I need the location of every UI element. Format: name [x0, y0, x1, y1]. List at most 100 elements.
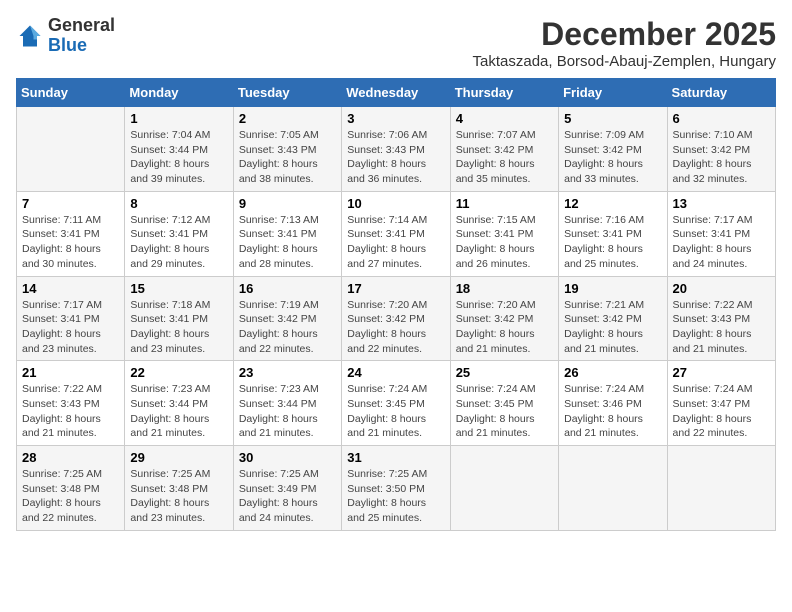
day-number: 30: [239, 450, 336, 465]
day-sun-info: Sunrise: 7:19 AMSunset: 3:42 PMDaylight:…: [239, 298, 336, 357]
day-number: 14: [22, 281, 119, 296]
location-subtitle: Taktaszada, Borsod-Abauj-Zemplen, Hungar…: [473, 53, 777, 70]
day-number: 28: [22, 450, 119, 465]
day-sun-info: Sunrise: 7:12 AMSunset: 3:41 PMDaylight:…: [130, 213, 227, 272]
day-sun-info: Sunrise: 7:21 AMSunset: 3:42 PMDaylight:…: [564, 298, 661, 357]
column-header-monday: Monday: [125, 79, 233, 107]
day-number: 3: [347, 111, 444, 126]
day-number: 11: [456, 196, 553, 211]
calendar-week-row: 28 Sunrise: 7:25 AMSunset: 3:48 PMDayligh…: [17, 446, 776, 531]
calendar-cell: 6 Sunrise: 7:10 AMSunset: 3:42 PMDaylight…: [667, 107, 775, 192]
day-sun-info: Sunrise: 7:24 AMSunset: 3:47 PMDaylight:…: [673, 382, 770, 441]
day-number: 27: [673, 365, 770, 380]
day-number: 19: [564, 281, 661, 296]
calendar-cell: 27 Sunrise: 7:24 AMSunset: 3:47 PMDayligh…: [667, 361, 775, 446]
day-number: 24: [347, 365, 444, 380]
calendar-cell: 26 Sunrise: 7:24 AMSunset: 3:46 PMDayligh…: [559, 361, 667, 446]
calendar-cell: 9 Sunrise: 7:13 AMSunset: 3:41 PMDaylight…: [233, 191, 341, 276]
logo: General Blue: [16, 16, 115, 56]
calendar-cell: 1Sunrise: 7:04 AMSunset: 3:44 PMDaylight…: [125, 107, 233, 192]
day-number: 21: [22, 365, 119, 380]
day-number: 31: [347, 450, 444, 465]
day-number: 9: [239, 196, 336, 211]
calendar-cell: 8 Sunrise: 7:12 AMSunset: 3:41 PMDaylight…: [125, 191, 233, 276]
column-header-friday: Friday: [559, 79, 667, 107]
column-header-sunday: Sunday: [17, 79, 125, 107]
day-number: 26: [564, 365, 661, 380]
calendar-cell: 24 Sunrise: 7:24 AMSunset: 3:45 PMDayligh…: [342, 361, 450, 446]
calendar-cell: 18 Sunrise: 7:20 AMSunset: 3:42 PMDayligh…: [450, 276, 558, 361]
day-sun-info: Sunrise: 7:25 AMSunset: 3:49 PMDaylight:…: [239, 467, 336, 526]
day-number: 10: [347, 196, 444, 211]
day-sun-info: Sunrise: 7:25 AMSunset: 3:50 PMDaylight:…: [347, 467, 444, 526]
calendar-cell: [450, 446, 558, 531]
day-sun-info: Sunrise: 7:17 AMSunset: 3:41 PMDaylight:…: [22, 298, 119, 357]
day-number: 13: [673, 196, 770, 211]
calendar-cell: 16 Sunrise: 7:19 AMSunset: 3:42 PMDayligh…: [233, 276, 341, 361]
calendar-cell: 22 Sunrise: 7:23 AMSunset: 3:44 PMDayligh…: [125, 361, 233, 446]
calendar-week-row: 1Sunrise: 7:04 AMSunset: 3:44 PMDaylight…: [17, 107, 776, 192]
day-sun-info: Sunrise: 7:25 AMSunset: 3:48 PMDaylight:…: [22, 467, 119, 526]
day-sun-info: Sunrise: 7:10 AMSunset: 3:42 PMDaylight:…: [673, 128, 770, 187]
calendar-cell: 17Sunrise: 7:20 AMSunset: 3:42 PMDayligh…: [342, 276, 450, 361]
day-sun-info: Sunrise: 7:20 AMSunset: 3:42 PMDaylight:…: [347, 298, 444, 357]
day-sun-info: Sunrise: 7:09 AMSunset: 3:42 PMDaylight:…: [564, 128, 661, 187]
day-sun-info: Sunrise: 7:06 AMSunset: 3:43 PMDaylight:…: [347, 128, 444, 187]
calendar-cell: 12 Sunrise: 7:16 AMSunset: 3:41 PMDayligh…: [559, 191, 667, 276]
calendar-cell: [667, 446, 775, 531]
day-sun-info: Sunrise: 7:20 AMSunset: 3:42 PMDaylight:…: [456, 298, 553, 357]
calendar-cell: 15Sunrise: 7:18 AMSunset: 3:41 PMDayligh…: [125, 276, 233, 361]
day-sun-info: Sunrise: 7:13 AMSunset: 3:41 PMDaylight:…: [239, 213, 336, 272]
calendar-cell: 29 Sunrise: 7:25 AMSunset: 3:48 PMDayligh…: [125, 446, 233, 531]
calendar-cell: 13 Sunrise: 7:17 AMSunset: 3:41 PMDayligh…: [667, 191, 775, 276]
calendar-cell: 21 Sunrise: 7:22 AMSunset: 3:43 PMDayligh…: [17, 361, 125, 446]
day-number: 2: [239, 111, 336, 126]
day-sun-info: Sunrise: 7:16 AMSunset: 3:41 PMDaylight:…: [564, 213, 661, 272]
logo-icon: [16, 22, 44, 50]
calendar-week-row: 7Sunrise: 7:11 AMSunset: 3:41 PMDaylight…: [17, 191, 776, 276]
calendar-cell: 7Sunrise: 7:11 AMSunset: 3:41 PMDaylight…: [17, 191, 125, 276]
day-number: 5: [564, 111, 661, 126]
page-header: General Blue December 2025 Taktaszada, B…: [16, 16, 776, 70]
calendar-cell: [559, 446, 667, 531]
calendar-cell: [17, 107, 125, 192]
calendar-cell: 28 Sunrise: 7:25 AMSunset: 3:48 PMDayligh…: [17, 446, 125, 531]
logo-blue-text: Blue: [48, 35, 87, 55]
title-area: December 2025 Taktaszada, Borsod-Abauj-Z…: [473, 16, 777, 70]
calendar-week-row: 21 Sunrise: 7:22 AMSunset: 3:43 PMDayligh…: [17, 361, 776, 446]
calendar-cell: 10 Sunrise: 7:14 AMSunset: 3:41 PMDayligh…: [342, 191, 450, 276]
column-header-thursday: Thursday: [450, 79, 558, 107]
day-number: 15: [130, 281, 227, 296]
calendar-cell: 23Sunrise: 7:23 AMSunset: 3:44 PMDayligh…: [233, 361, 341, 446]
day-sun-info: Sunrise: 7:23 AMSunset: 3:44 PMDaylight:…: [130, 382, 227, 441]
calendar-cell: 31 Sunrise: 7:25 AMSunset: 3:50 PMDayligh…: [342, 446, 450, 531]
day-sun-info: Sunrise: 7:22 AMSunset: 3:43 PMDaylight:…: [673, 298, 770, 357]
day-number: 18: [456, 281, 553, 296]
calendar-cell: 14 Sunrise: 7:17 AMSunset: 3:41 PMDayligh…: [17, 276, 125, 361]
day-number: 16: [239, 281, 336, 296]
day-sun-info: Sunrise: 7:24 AMSunset: 3:45 PMDaylight:…: [456, 382, 553, 441]
day-sun-info: Sunrise: 7:24 AMSunset: 3:46 PMDaylight:…: [564, 382, 661, 441]
day-number: 6: [673, 111, 770, 126]
calendar-cell: 11 Sunrise: 7:15 AMSunset: 3:41 PMDayligh…: [450, 191, 558, 276]
day-number: 8: [130, 196, 227, 211]
day-sun-info: Sunrise: 7:24 AMSunset: 3:45 PMDaylight:…: [347, 382, 444, 441]
calendar-cell: 2Sunrise: 7:05 AMSunset: 3:43 PMDaylight…: [233, 107, 341, 192]
day-sun-info: Sunrise: 7:23 AMSunset: 3:44 PMDaylight:…: [239, 382, 336, 441]
day-sun-info: Sunrise: 7:14 AMSunset: 3:41 PMDaylight:…: [347, 213, 444, 272]
calendar-cell: 5 Sunrise: 7:09 AMSunset: 3:42 PMDaylight…: [559, 107, 667, 192]
column-header-wednesday: Wednesday: [342, 79, 450, 107]
day-sun-info: Sunrise: 7:04 AMSunset: 3:44 PMDaylight:…: [130, 128, 227, 187]
day-sun-info: Sunrise: 7:22 AMSunset: 3:43 PMDaylight:…: [22, 382, 119, 441]
logo-general-text: General: [48, 15, 115, 35]
day-sun-info: Sunrise: 7:11 AMSunset: 3:41 PMDaylight:…: [22, 213, 119, 272]
day-number: 22: [130, 365, 227, 380]
calendar-cell: 19 Sunrise: 7:21 AMSunset: 3:42 PMDayligh…: [559, 276, 667, 361]
day-number: 4: [456, 111, 553, 126]
day-sun-info: Sunrise: 7:15 AMSunset: 3:41 PMDaylight:…: [456, 213, 553, 272]
day-sun-info: Sunrise: 7:25 AMSunset: 3:48 PMDaylight:…: [130, 467, 227, 526]
day-number: 29: [130, 450, 227, 465]
calendar-cell: 3 Sunrise: 7:06 AMSunset: 3:43 PMDaylight…: [342, 107, 450, 192]
day-sun-info: Sunrise: 7:17 AMSunset: 3:41 PMDaylight:…: [673, 213, 770, 272]
day-number: 12: [564, 196, 661, 211]
